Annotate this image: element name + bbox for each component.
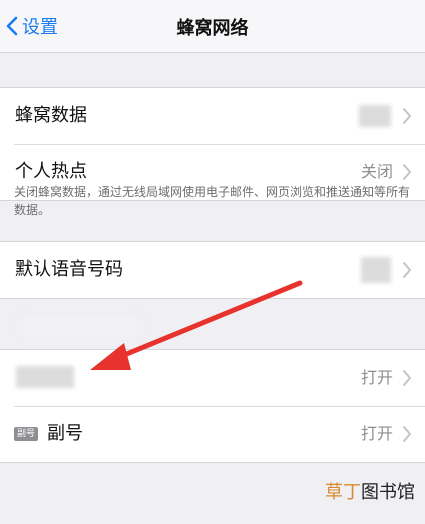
watermark-accent: 草丁 [325, 482, 361, 503]
watermark: 草丁图书馆 [325, 478, 415, 504]
annotation-arrow-icon [90, 280, 303, 370]
watermark-text: 图书馆 [361, 482, 415, 503]
